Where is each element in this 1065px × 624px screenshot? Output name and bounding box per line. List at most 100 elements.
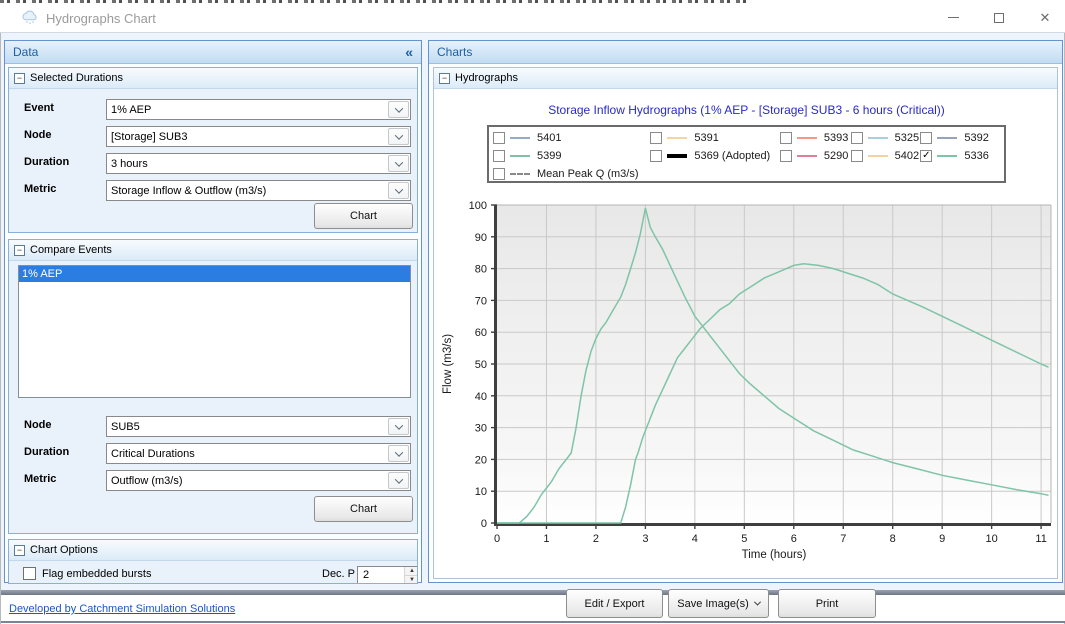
legend-label: 5392 xyxy=(964,132,988,144)
svg-text:7: 7 xyxy=(840,533,846,545)
chart-options-group: − Chart Options Flag embedded bursts Dec… xyxy=(8,539,418,584)
charts-panel-header: Charts xyxy=(429,41,1062,64)
print-button[interactable]: Print xyxy=(778,589,876,618)
legend-line-swatch xyxy=(667,137,687,139)
metric-dropdown-button[interactable] xyxy=(388,182,409,199)
legend-item: 5391 xyxy=(650,132,780,144)
edit-export-button[interactable]: Edit / Export xyxy=(566,589,663,618)
legend-checkbox[interactable] xyxy=(851,150,863,162)
svg-text:30: 30 xyxy=(475,423,487,435)
collapse-group-icon[interactable]: − xyxy=(439,73,450,84)
metric-combobox[interactable]: Storage Inflow & Outflow (m3/s) xyxy=(106,180,411,201)
spinner-up-icon[interactable]: ▲ xyxy=(405,567,418,576)
metric-value: Storage Inflow & Outflow (m3/s) xyxy=(107,185,387,197)
save-images-button[interactable]: Save Image(s) xyxy=(668,589,769,618)
chart-options-header: − Chart Options xyxy=(9,540,417,561)
legend-label: Mean Peak Q (m3/s) xyxy=(537,168,638,180)
flag-embedded-bursts-label: Flag embedded bursts xyxy=(42,568,151,580)
close-button[interactable]: ✕ xyxy=(1024,3,1065,32)
data-panel-title: Data xyxy=(13,45,38,59)
legend-label: 5369 (Adopted) xyxy=(694,150,770,162)
chevron-down-icon xyxy=(394,475,402,483)
duration-value: 3 hours xyxy=(107,158,387,170)
event-combobox[interactable]: 1% AEP xyxy=(106,99,411,120)
svg-text:6: 6 xyxy=(791,533,797,545)
selected-durations-title: Selected Durations xyxy=(30,72,123,84)
compare-node-combobox[interactable]: SUB5 xyxy=(106,416,411,437)
svg-text:60: 60 xyxy=(475,327,487,339)
dec-p-value[interactable]: 2 xyxy=(358,567,404,584)
collapse-group-icon[interactable]: − xyxy=(14,245,25,256)
svg-text:5: 5 xyxy=(741,533,747,545)
chart-options-title: Chart Options xyxy=(30,544,98,556)
node-dropdown-button[interactable] xyxy=(388,128,409,145)
node-label: Node xyxy=(24,129,52,141)
chart-title: Storage Inflow Hydrographs (1% AEP - [St… xyxy=(437,103,1056,117)
compare-events-listbox[interactable]: 1% AEP xyxy=(18,265,411,398)
svg-text:8: 8 xyxy=(890,533,896,545)
legend-line-swatch xyxy=(868,155,888,157)
flag-embedded-bursts-checkbox[interactable] xyxy=(23,567,36,580)
compare-duration-combobox[interactable]: Critical Durations xyxy=(106,443,411,464)
legend-checkbox[interactable]: ✓ xyxy=(920,150,932,162)
svg-text:100: 100 xyxy=(469,200,487,212)
legend-line-swatch xyxy=(510,137,530,139)
legend-line-swatch xyxy=(797,155,817,157)
compare-node-dropdown-button[interactable] xyxy=(388,418,409,435)
legend-label: 5290 xyxy=(824,150,848,162)
compare-duration-dropdown-button[interactable] xyxy=(388,445,409,462)
legend-checkbox[interactable] xyxy=(493,168,505,180)
legend-item: 5402 xyxy=(851,150,921,162)
svg-text:40: 40 xyxy=(475,391,487,403)
charts-panel: Charts − Hydrographs Storage Inflow Hydr… xyxy=(428,40,1063,583)
legend-item: 5401 xyxy=(493,132,650,144)
legend-item: Mean Peak Q (m3/s) xyxy=(493,168,638,180)
legend-line-swatch xyxy=(667,154,687,158)
svg-text:4: 4 xyxy=(692,533,698,545)
compare-events-list-item[interactable]: 1% AEP xyxy=(19,266,410,282)
svg-text:50: 50 xyxy=(475,359,487,371)
legend-checkbox[interactable] xyxy=(650,132,662,144)
dec-p-spinner[interactable]: 2 ▲ ▼ xyxy=(357,566,418,584)
legend-checkbox[interactable] xyxy=(780,132,792,144)
duration-dropdown-button[interactable] xyxy=(388,155,409,172)
legend-checkbox[interactable] xyxy=(493,150,505,162)
legend-checkbox[interactable] xyxy=(780,150,792,162)
chevron-down-icon xyxy=(394,131,402,139)
hydrograph-plot: 012345678910110102030405060708090100Time… xyxy=(437,192,1056,577)
selected-durations-group: − Selected Durations Event 1% AEP Node [… xyxy=(8,67,418,233)
legend-checkbox[interactable] xyxy=(493,132,505,144)
spinner-down-icon[interactable]: ▼ xyxy=(405,576,418,584)
event-dropdown-button[interactable] xyxy=(388,101,409,118)
hydrographs-section-title: Hydrographs xyxy=(455,72,518,84)
developer-link[interactable]: Developed by Catchment Simulation Soluti… xyxy=(9,603,235,615)
legend-line-swatch xyxy=(510,173,530,175)
node-combobox[interactable]: [Storage] SUB3 xyxy=(106,126,411,147)
chart-button-compare[interactable]: Chart xyxy=(314,496,413,522)
legend-checkbox[interactable] xyxy=(650,150,662,162)
compare-metric-dropdown-button[interactable] xyxy=(388,472,409,489)
chart-button-durations[interactable]: Chart xyxy=(314,203,413,229)
minimize-button[interactable] xyxy=(932,3,974,32)
collapse-group-icon[interactable]: − xyxy=(14,73,25,84)
compare-metric-combobox[interactable]: Outflow (m3/s) xyxy=(106,470,411,491)
chart-control: − Hydrographs Storage Inflow Hydrographs… xyxy=(433,67,1058,579)
svg-text:70: 70 xyxy=(475,295,487,307)
legend-line-swatch xyxy=(868,137,888,139)
compare-node-label: Node xyxy=(24,419,52,431)
compare-events-header: − Compare Events xyxy=(9,240,417,261)
legend-checkbox[interactable] xyxy=(920,132,932,144)
window-title: Hydrographs Chart xyxy=(46,11,156,26)
legend-item: 5325 xyxy=(851,132,921,144)
legend-checkbox[interactable] xyxy=(851,132,863,144)
close-icon: ✕ xyxy=(1040,10,1051,26)
collapse-group-icon[interactable]: − xyxy=(14,545,25,556)
maximize-button[interactable] xyxy=(978,3,1020,32)
collapse-panel-icon[interactable]: « xyxy=(405,44,413,60)
chart-area: Storage Inflow Hydrographs (1% AEP - [St… xyxy=(437,92,1056,577)
legend-line-swatch xyxy=(937,137,957,139)
duration-combobox[interactable]: 3 hours xyxy=(106,153,411,174)
compare-metric-label: Metric xyxy=(24,473,56,485)
svg-text:9: 9 xyxy=(939,533,945,545)
compare-metric-value: Outflow (m3/s) xyxy=(107,475,387,487)
